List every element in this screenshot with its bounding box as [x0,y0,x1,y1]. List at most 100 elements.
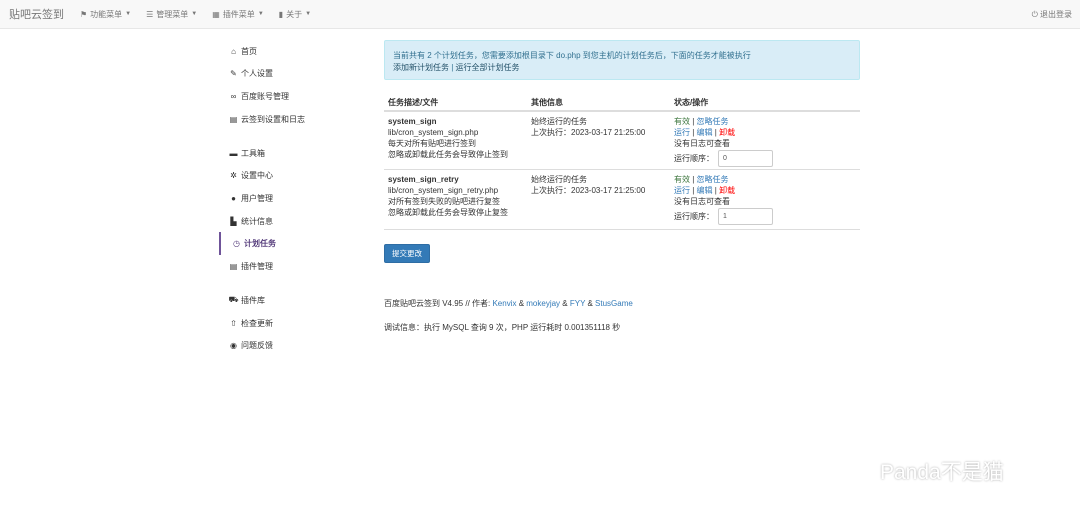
list-icon: ▤ [229,261,238,271]
sidebar-item-check-updates[interactable]: ⇧ 检查更新 [219,312,359,335]
sidebar-item-label: 首页 [241,46,257,56]
sidebar-item-label: 设置中心 [241,171,273,181]
sidebar-divider [219,130,359,142]
task-last-run: 上次执行：2023-03-17 21:25:00 [531,128,646,137]
author-link-kenvix[interactable]: Kenvix [492,299,516,308]
footer-version: 百度贴吧云签到 V4.95 // 作者: [384,299,493,308]
edit-task-link[interactable]: 编辑 [697,186,713,195]
sidebar-item-label: 插件库 [241,295,265,305]
footer-debug-info: 调试信息：执行 MySQL 查询 9 次，PHP 运行耗时 0.00135111… [384,323,621,332]
sidebar-item-scheduled-tasks[interactable]: ◷ 计划任务 [219,232,359,255]
grid-icon: ▦ [212,9,220,19]
footer-credits: 百度贴吧云签到 V4.95 // 作者: Kenvix & mokeyjay &… [384,298,633,309]
task-status-cell: 有效 | 忽略任务 运行 | 编辑 | 卸载 没有日志可查看 运行顺序： [674,116,844,167]
sidebar-item-label: 工具箱 [241,148,265,158]
uninstall-task-link[interactable]: 卸载 [719,186,735,195]
task-desc: 对所有签到失败的贴吧进行复签 [388,197,500,206]
log-status: 没有日志可查看 [674,197,730,206]
upload-icon: ⇧ [230,318,237,328]
sidebar-item-baidu-accounts[interactable]: ∞ 百度账号管理 [219,85,359,108]
uninstall-task-link[interactable]: 卸载 [719,128,735,137]
sidebar-item-plugin-store[interactable]: ⛟ 插件库 [219,289,359,312]
task-desc: 每天对所有贴吧进行签到 [388,139,476,148]
task-warning: 忽略或卸载此任务会导致停止复签 [388,208,508,217]
separator: | [692,117,695,126]
sidebar-item-feedback[interactable]: ◉ 问题反馈 [219,334,359,357]
task-name: system_sign_retry [388,175,459,184]
menu-admin[interactable]: ☰ 管理菜单 ▼ [146,9,197,20]
separator: | [692,186,695,195]
order-input[interactable] [718,150,773,167]
run-task-link[interactable]: 运行 [674,128,690,137]
header-status: 状态/操作 [674,97,709,107]
add-task-link[interactable]: 添加新计划任务 [393,63,449,72]
table-row: system_sign lib/cron_system_sign.php 每天对… [384,112,860,170]
amp: & [516,299,527,308]
sidebar-item-toolbox[interactable]: ▬ 工具箱 [219,142,359,165]
author-link-stusgame[interactable]: StusGame [595,299,633,308]
sidebar-item-personal-settings[interactable]: ✎ 个人设置 [219,63,359,86]
order-input[interactable] [718,208,773,225]
ignore-task-link[interactable]: 忽略任务 [697,175,729,184]
gear-icon: ✲ [230,171,237,181]
menu-admin-label: 管理菜单 [156,9,189,19]
sidebar-item-settings-center[interactable]: ✲ 设置中心 [219,165,359,188]
task-info-cell: 始终运行的任务 上次执行：2023-03-17 21:25:00 [531,174,674,225]
task-last-run: 上次执行：2023-03-17 21:25:00 [531,186,646,195]
task-warning: 忽略或卸载此任务会导致停止签到 [388,150,508,159]
task-description-cell: system_sign_retry lib/cron_system_sign_r… [388,174,531,225]
sidebar-item-label: 检查更新 [241,318,273,328]
sidebar-item-statistics[interactable]: ▙ 统计信息 [219,210,359,233]
sidebar-item-home[interactable]: ⌂ 首页 [219,40,359,63]
menu-about[interactable]: ▮ 关于 ▼ [279,9,311,20]
run-all-tasks-link[interactable]: 运行全部计划任务 [456,63,520,72]
task-info-cell: 始终运行的任务 上次执行：2023-03-17 21:25:00 [531,116,674,165]
logout-link[interactable]: ⏻ 退出登录 [1032,9,1072,20]
sidebar-item-user-management[interactable]: ● 用户管理 [219,187,359,210]
cart-icon: ⛟ [228,295,239,305]
sidebar-item-label: 计划任务 [244,239,276,249]
log-status: 没有日志可查看 [674,139,730,148]
globe-icon: ◉ [230,341,237,351]
caret-down-icon: ▼ [305,11,312,17]
ignore-task-link[interactable]: 忽略任务 [697,117,729,126]
task-status-cell: 有效 | 忽略任务 运行 | 编辑 | 卸载 没有日志可查看 运行顺序： [674,174,844,225]
tags-icon: ⚑ [80,9,88,19]
order-label: 运行顺序： [674,212,714,221]
task-name: system_sign [388,117,437,126]
home-icon: ⌂ [231,46,236,56]
link-icon: ∞ [230,91,237,101]
menu-functions[interactable]: ⚑ 功能菜单 ▼ [80,9,131,20]
list-icon: ▤ [229,114,238,124]
sidebar-divider [219,278,359,290]
amp: & [585,299,596,308]
author-link-fyy[interactable]: FYY [570,299,585,308]
separator: | [714,128,717,137]
clock-icon: ◷ [233,239,240,249]
top-navbar: 贴吧云签到 ⚑ 功能菜单 ▼ ☰ 管理菜单 ▼ ▦ 插件菜单 ▼ ▮ 关于 ▼ … [0,0,1080,29]
author-link-mokeyjay[interactable]: mokeyjay [526,299,560,308]
sidebar-item-label: 百度账号管理 [241,91,289,101]
sidebar-item-label: 用户管理 [241,193,273,203]
sidebar-item-plugin-management[interactable]: ▤ 插件管理 [219,255,359,278]
sidebar-item-sign-settings-log[interactable]: ▤ 云签到设置和日志 [219,108,359,131]
task-description-cell: system_sign lib/cron_system_sign.php 每天对… [388,116,531,165]
menu-plugins[interactable]: ▦ 插件菜单 ▼ [212,9,264,20]
table-row: system_sign_retry lib/cron_system_sign_r… [384,170,860,230]
header-description: 任务描述/文件 [388,97,439,107]
edit-task-link[interactable]: 编辑 [697,128,713,137]
tasks-table: 任务描述/文件 其他信息 状态/操作 system_sign lib/cron_… [384,94,860,230]
wrench-icon: ✎ [230,69,237,79]
sidebar-item-label: 统计信息 [241,216,273,226]
status-badge: 有效 [674,117,690,126]
caret-down-icon: ▼ [257,11,264,17]
alert-separator: | [451,63,454,72]
alert-message: 当前共有 2 个计划任务，您需要添加根目录下 do.php 到您主机的计划任务后… [393,51,751,60]
sidebar-item-label: 插件管理 [241,261,273,271]
wechat-icon [839,457,873,484]
watermark: Panda不是猫 [838,456,1004,486]
brand-title[interactable]: 贴吧云签到 [9,6,64,22]
submit-changes-button[interactable]: 提交更改 [384,244,430,263]
task-file: lib/cron_system_sign_retry.php [388,186,499,195]
run-task-link[interactable]: 运行 [674,186,690,195]
